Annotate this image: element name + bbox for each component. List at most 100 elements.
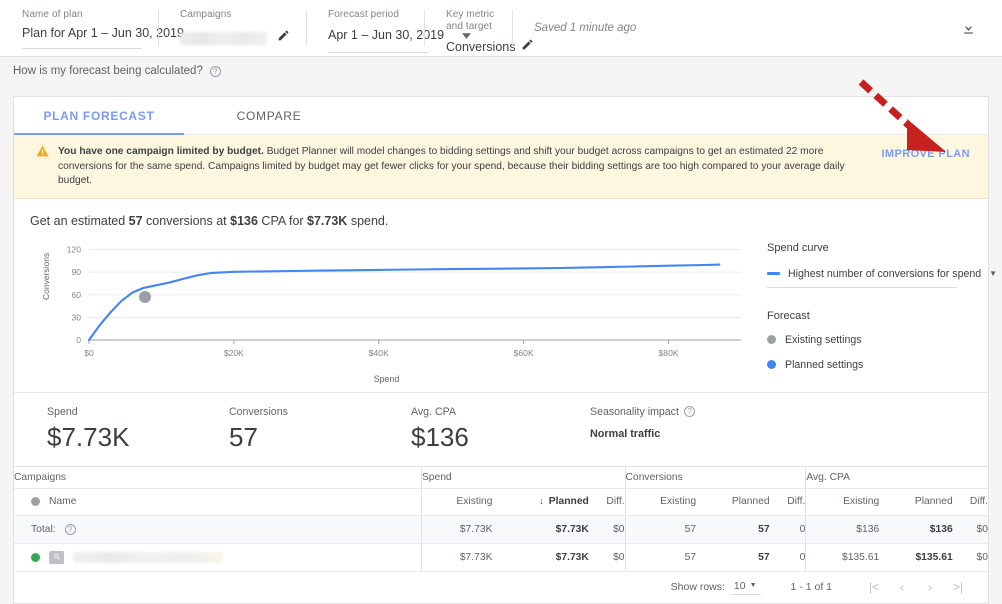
campaign-name-cell[interactable] — [14, 543, 422, 572]
tab-plan-forecast[interactable]: PLAN FORECAST — [14, 97, 184, 135]
subheader-cpa-existing[interactable]: Existing — [805, 488, 880, 516]
key-metric-field[interactable]: Key metric and target Conversions — [424, 0, 533, 56]
magnifier-icon[interactable] — [49, 550, 64, 564]
next-page-button[interactable]: › — [916, 580, 944, 594]
subheader-conv-planned[interactable]: Planned — [696, 488, 770, 516]
help-circle-icon[interactable]: ? — [209, 65, 221, 77]
chart-canvas: 0 30 60 90 120 $0 $20K $40K $60K $80K — [67, 244, 741, 358]
metric-spend-value: $7.73K — [47, 421, 130, 452]
table-row[interactable]: $7.73K $7.73K $0 57 57 0 $135.61 $135.61… — [14, 543, 988, 572]
estimate-suffix: spend. — [347, 213, 389, 228]
svg-text:60: 60 — [71, 289, 81, 299]
download-button[interactable] — [948, 0, 988, 56]
estimate-mid2: CPA for — [257, 213, 308, 228]
chart-section: 0 30 60 90 120 $0 $20K $40K $60K $80K Conversions… — [14, 228, 997, 392]
first-page-button[interactable]: |< — [860, 580, 888, 594]
metric-avg-cpa: Avg. CPA $136 — [378, 406, 548, 452]
pagination-range: 1 - 1 of 1 — [790, 581, 832, 593]
subheader-spend-planned[interactable]: ↓ Planned — [492, 488, 589, 516]
tab-bar: PLAN FORECAST COMPARE — [14, 97, 988, 135]
campaign-spend-planned: $7.73K — [492, 543, 589, 572]
campaign-conv-diff: 0 — [769, 543, 806, 572]
spend-curve-title: Spend curve — [767, 241, 829, 254]
chart-side-panel: Spend curve Highest number of conversion… — [759, 228, 997, 384]
estimate-conversions: 57 — [128, 213, 143, 228]
campaigns-label: Campaigns — [180, 9, 232, 20]
forecast-explainer-row[interactable]: How is my forecast being calculated? ? — [0, 57, 1002, 85]
tab-plan-forecast-label: PLAN FORECAST — [43, 108, 155, 123]
download-icon — [963, 21, 973, 34]
total-spend-planned: $7.73K — [492, 515, 589, 544]
total-conv-planned: 57 — [696, 515, 770, 544]
rows-per-page-value: 10 — [733, 579, 746, 592]
estimate-prefix: Get an estimated — [30, 213, 129, 228]
chevron-down-icon[interactable]: ▼ — [989, 269, 997, 278]
rows-per-page-select[interactable]: 10 ▼ — [729, 579, 761, 595]
pencil-edit-icon[interactable] — [277, 29, 290, 47]
subheader-conv-existing[interactable]: Existing — [624, 488, 697, 516]
total-spend-existing: $7.73K — [420, 515, 493, 544]
blue-dot-icon — [767, 360, 776, 369]
top-toolbar: Name of plan Plan for Apr 1 – Jun 30, 20… — [0, 0, 1002, 57]
warning-triangle-icon — [36, 145, 49, 157]
legend-item-planned[interactable]: Planned settings — [767, 359, 988, 371]
campaign-conv-existing: 57 — [624, 543, 697, 572]
spend-curve-chart[interactable]: 0 30 60 90 120 $0 $20K $40K $60K $80K Conversions… — [14, 228, 759, 384]
saved-status: Saved 1 minute ago — [512, 0, 948, 56]
chart-x-axis-title: Spend — [373, 373, 400, 384]
subheader-name-cell[interactable]: Name — [14, 488, 422, 516]
svg-text:$40K: $40K — [369, 348, 389, 358]
show-rows-label: Show rows: — [670, 581, 725, 593]
subheader-cpa-planned[interactable]: Planned — [879, 488, 953, 516]
previous-page-button[interactable]: ‹ — [888, 580, 916, 594]
seasonality-label-row: Seasonality impact ? — [590, 406, 695, 418]
subheader-conv-diff[interactable]: Diff. — [769, 488, 806, 516]
spend-curve-selected-option: Highest number of conversions for spend — [788, 267, 982, 280]
group-header-spend: Spend — [420, 465, 626, 489]
metrics-summary-row: Spend $7.73K Conversions 57 Avg. CPA $13… — [14, 391, 988, 466]
tab-compare-label: COMPARE — [236, 108, 302, 123]
total-conv-existing: 57 — [624, 515, 697, 544]
forecast-legend-title: Forecast — [767, 309, 810, 322]
total-cpa-planned: $136 — [879, 515, 953, 544]
forecast-period-field[interactable]: Forecast period Apr 1 – Jun 30, 2019 — [306, 0, 472, 56]
campaign-spend-existing: $7.73K — [420, 543, 493, 572]
tab-compare[interactable]: COMPARE — [184, 97, 354, 134]
table-group-header-row: Campaigns Spend Conversions Avg. CPA — [14, 465, 988, 489]
forecast-explainer-label: How is my forecast being calculated? — [13, 65, 203, 77]
grey-dot-icon — [767, 335, 776, 344]
subheader-spend-planned-label: Planned — [548, 496, 589, 507]
budget-warning-text: You have one campaign limited by budget.… — [58, 144, 860, 189]
svg-text:$0: $0 — [84, 348, 94, 358]
forecast-card: PLAN FORECAST COMPARE You have one campa… — [13, 96, 997, 604]
plan-table: Campaigns Spend Conversions Avg. CPA Nam… — [14, 465, 988, 572]
key-metric-value: Conversions — [446, 40, 516, 54]
sort-descending-icon: ↓ — [539, 496, 544, 506]
total-label-cell: Total: ? — [14, 515, 422, 544]
chevron-down-icon[interactable]: ▼ — [750, 582, 757, 589]
subheader-cpa-diff[interactable]: Diff. — [952, 488, 988, 516]
campaigns-field[interactable]: Campaigns — [158, 0, 306, 56]
show-rows-control[interactable]: Show rows: 10 ▼ — [671, 580, 761, 595]
metric-conversions: Conversions 57 — [196, 406, 378, 452]
subheader-spend-existing[interactable]: Existing — [420, 488, 493, 516]
legend-item-existing[interactable]: Existing settings — [767, 334, 988, 346]
help-circle-icon[interactable]: ? — [683, 406, 695, 417]
metric-spend: Spend $7.73K — [14, 406, 196, 452]
svg-text:$60K: $60K — [514, 348, 534, 358]
chart-y-axis-title: Conversions — [41, 252, 51, 300]
grey-dot-icon — [31, 497, 40, 506]
seasonality-label: Seasonality impact — [590, 405, 679, 418]
improve-plan-button[interactable]: IMPROVE PLAN — [869, 144, 978, 160]
spend-curve-select[interactable]: Highest number of conversions for spend … — [767, 268, 997, 288]
plan-name-field[interactable]: Name of plan Plan for Apr 1 – Jun 30, 20… — [0, 0, 184, 56]
metric-avg-cpa-value: $136 — [411, 421, 469, 452]
help-circle-icon[interactable]: ? — [64, 523, 76, 535]
campaign-conv-planned: 57 — [696, 543, 770, 572]
metric-avg-cpa-label: Avg. CPA — [411, 405, 456, 418]
last-page-button[interactable]: >| — [944, 580, 972, 594]
subheader-spend-diff[interactable]: Diff. — [588, 488, 626, 516]
table-row: Total: ? $7.73K $7.73K $0 57 57 0 $136 $… — [14, 515, 988, 544]
status-enabled-dot-icon — [31, 552, 40, 562]
metric-spend-label: Spend — [47, 405, 78, 418]
